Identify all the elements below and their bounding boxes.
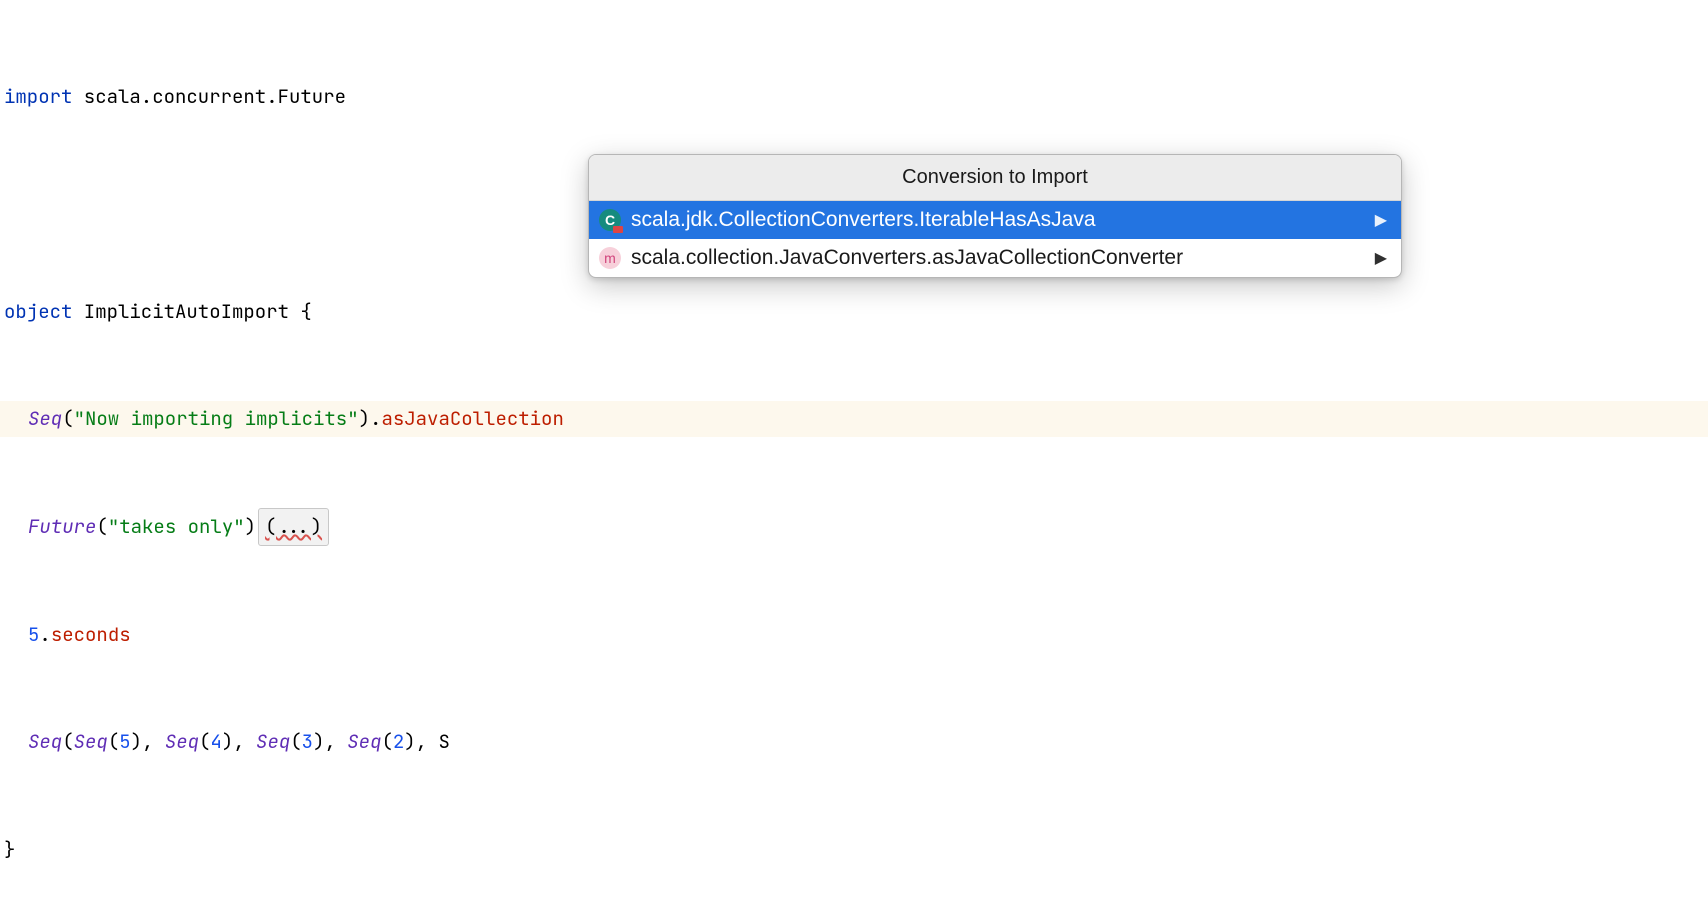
unresolved-member: seconds	[51, 622, 131, 647]
error-ellipsis: (...)	[265, 514, 322, 539]
import-path: scala.concurrent.Future	[72, 84, 346, 109]
open-paren: (	[62, 406, 73, 431]
popup-item-label: scala.jdk.CollectionConverters.IterableH…	[631, 208, 1365, 232]
code-line-6[interactable]: 5.seconds	[0, 617, 1708, 653]
open-paren: (	[96, 514, 107, 539]
popup-item-iterablehasasjava[interactable]: C scala.jdk.CollectionConverters.Iterabl…	[589, 201, 1401, 239]
seq-call: Seq	[28, 406, 62, 431]
object-name: ImplicitAutoImport	[72, 299, 300, 324]
error-hint-box[interactable]: (...)	[258, 508, 329, 546]
seq-call: Seq	[28, 729, 62, 754]
dot: .	[39, 622, 50, 647]
code-line-7[interactable]: Seq(Seq(5), Seq(4), Seq(3), Seq(2), S	[0, 724, 1708, 760]
code-line-8[interactable]: }	[0, 832, 1708, 868]
open-brace: {	[300, 299, 311, 324]
string-literal: "takes only"	[108, 514, 245, 539]
submenu-arrow-icon: ▶	[1375, 210, 1387, 230]
string-literal: "Now importing implicits"	[74, 406, 359, 431]
class-icon: C	[599, 209, 621, 231]
keyword-object: object	[4, 299, 72, 324]
close-brace: }	[4, 837, 15, 862]
code-line-5[interactable]: Future("takes only") (...)	[0, 508, 1708, 546]
dot: .	[370, 406, 381, 431]
code-line-1[interactable]: import scala.concurrent.Future	[0, 79, 1708, 115]
keyword-import: import	[4, 84, 72, 109]
method-icon: m	[599, 247, 621, 269]
future-call: Future	[28, 514, 96, 539]
code-line-3[interactable]: object ImplicitAutoImport {	[0, 294, 1708, 330]
popup-title: Conversion to Import	[589, 155, 1401, 201]
close-paren: )	[359, 406, 370, 431]
number-literal: 5	[28, 622, 39, 647]
popup-item-label: scala.collection.JavaConverters.asJavaCo…	[631, 246, 1365, 270]
unresolved-method: asJavaCollection	[381, 406, 563, 431]
conversion-popup: Conversion to Import C scala.jdk.Collect…	[588, 154, 1402, 278]
submenu-arrow-icon: ▶	[1375, 248, 1387, 268]
popup-item-asjavacollectionconverter[interactable]: m scala.collection.JavaConverters.asJava…	[589, 239, 1401, 277]
code-editor[interactable]: import scala.concurrent.Future object Im…	[0, 0, 1708, 911]
close-paren: )	[245, 514, 256, 539]
code-line-4-highlighted[interactable]: Seq("Now importing implicits").asJavaCol…	[0, 401, 1708, 437]
